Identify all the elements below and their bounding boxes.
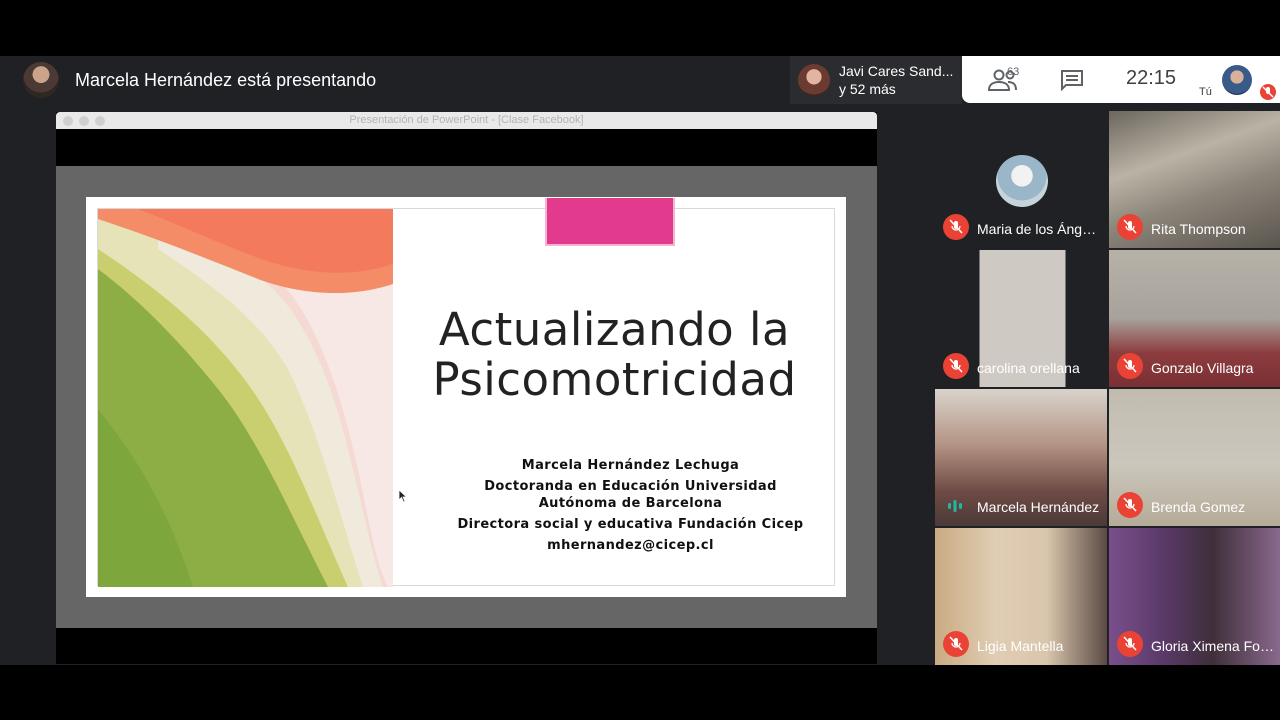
- participant-name: Maria de los Ángel...: [977, 221, 1103, 237]
- meeting-window: Marcela Hernández está presentando Javi …: [0, 56, 1280, 665]
- speaking-indicator-icon: [948, 500, 962, 512]
- join-notification[interactable]: Javi Cares Sand... y 52 más: [790, 56, 962, 104]
- participant-tile[interactable]: Gonzalo Villagra: [1109, 250, 1280, 387]
- mic-off-icon: [1117, 214, 1143, 240]
- presenter-bar: Marcela Hernández está presentando: [0, 56, 376, 104]
- slide-title: Actualizando la Psicomotricidad: [393, 305, 836, 405]
- slide-decorative-art: [98, 209, 393, 587]
- slide-author-name: Marcela Hernández Lechuga: [521, 458, 740, 473]
- share-window-titlebar: Presentación de PowerPoint - [Clase Face…: [56, 112, 877, 129]
- slide-author-info: Marcela Hernández Lechuga Doctoranda en …: [443, 457, 818, 558]
- notification-text: Javi Cares Sand... y 52 más: [839, 62, 953, 98]
- slide-frame: Actualizando la Psicomotricidad Marcela …: [97, 198, 836, 587]
- participant-name: Ligia Mantella: [977, 638, 1064, 654]
- participant-name: Marcela Hernández: [977, 499, 1100, 515]
- people-count: 63: [1007, 66, 1020, 78]
- participant-tile[interactable]: Rita Thompson: [1109, 111, 1280, 248]
- participant-tile[interactable]: carolina orellana: [935, 250, 1107, 387]
- clock: 22:15: [1126, 67, 1177, 89]
- self-mic-off-icon: [1260, 84, 1276, 100]
- participant-name: Gloria Ximena Folc...: [1151, 638, 1277, 654]
- share-window-title: Presentación de PowerPoint - [Clase Face…: [349, 114, 584, 126]
- self-avatar[interactable]: [1222, 65, 1252, 95]
- meet-app: Marcela Hernández está presentando Javi …: [0, 0, 1280, 720]
- screen-share: Presentación de PowerPoint - [Clase Face…: [56, 112, 877, 664]
- mic-off-icon: [943, 214, 969, 240]
- presenter-label: Marcela Hernández está presentando: [75, 69, 377, 90]
- participant-name: carolina orellana: [977, 360, 1080, 376]
- participant-tile[interactable]: Maria de los Ángel...: [935, 111, 1107, 248]
- participant-name: Rita Thompson: [1151, 221, 1246, 237]
- notification-line1: Javi Cares Sand...: [839, 63, 954, 79]
- mouse-pointer-icon: [398, 489, 408, 503]
- participant-name: Gonzalo Villagra: [1151, 360, 1254, 376]
- mic-off-icon: [943, 353, 969, 379]
- chat-icon[interactable]: [1060, 69, 1084, 91]
- mic-off-icon: [1117, 631, 1143, 657]
- slide-accent-box: [545, 198, 675, 246]
- slide-author-email: mhernandez@cicep.cl: [547, 538, 714, 553]
- slide-title-line1: Actualizando la: [438, 303, 791, 356]
- participant-tile[interactable]: Brenda Gomez: [1109, 389, 1280, 526]
- top-controls: 63 22:15 Tú: [962, 56, 1280, 103]
- self-label: Tú: [1199, 86, 1212, 98]
- participant-avatar: [996, 155, 1048, 207]
- slide: Actualizando la Psicomotricidad Marcela …: [86, 197, 846, 597]
- participant-tile[interactable]: Marcela Hernández: [935, 389, 1107, 526]
- participant-tile[interactable]: Ligia Mantella: [935, 528, 1107, 665]
- mic-off-icon: [1117, 353, 1143, 379]
- mic-off-icon: [1117, 492, 1143, 518]
- presenter-avatar: [23, 62, 59, 98]
- people-icon[interactable]: [986, 68, 1026, 94]
- notification-line2: y 52 más: [839, 81, 896, 97]
- participant-name: Brenda Gomez: [1151, 499, 1246, 515]
- slide-author-role: Directora social y educativa Fundación C…: [457, 517, 804, 532]
- slide-author-degree: Doctoranda en Educación Universidad Autó…: [484, 479, 777, 511]
- slide-title-line2: Psicomotricidad: [432, 353, 797, 406]
- mic-off-icon: [943, 631, 969, 657]
- notification-avatar: [798, 64, 830, 96]
- participant-tile[interactable]: Gloria Ximena Folc...: [1109, 528, 1280, 665]
